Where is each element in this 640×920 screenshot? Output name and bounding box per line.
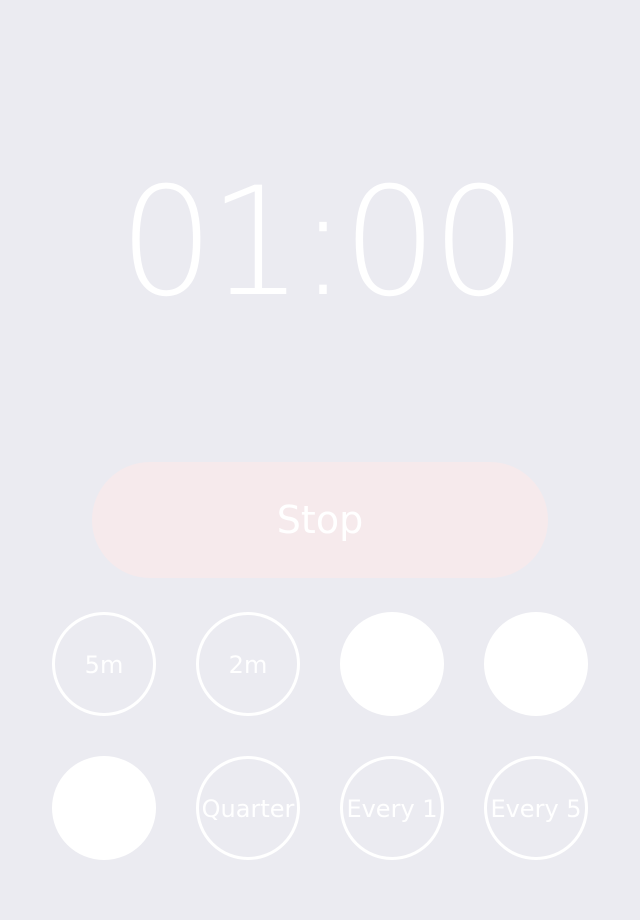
preset-2m-button[interactable]: 2m xyxy=(196,612,300,716)
timer-display: 01:00 xyxy=(118,156,527,330)
preset-every-1-button[interactable]: Every 1 xyxy=(340,756,444,860)
stop-button[interactable]: Stop xyxy=(92,462,548,578)
preset-5m-button[interactable]: 5m xyxy=(52,612,156,716)
preset-button-3[interactable] xyxy=(340,612,444,716)
preset-every-5-button[interactable]: Every 5 xyxy=(484,756,588,860)
preset-button-5[interactable] xyxy=(52,756,156,860)
preset-quarter-button[interactable]: Quarter xyxy=(196,756,300,860)
preset-button-4[interactable] xyxy=(484,612,588,716)
